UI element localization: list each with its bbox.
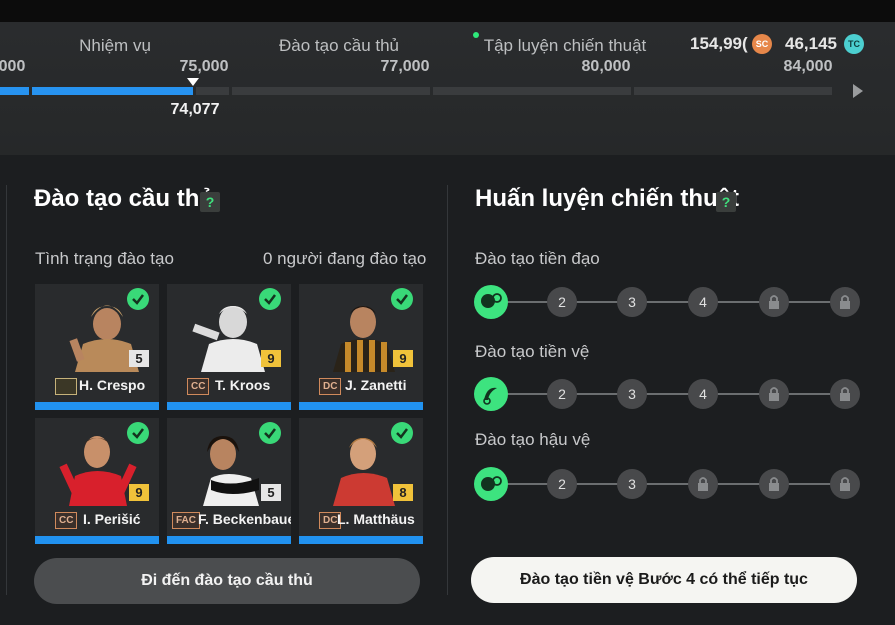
step-node[interactable]: 4 — [688, 379, 718, 409]
milestone-label: 000 — [0, 58, 26, 75]
tab-missions[interactable]: Nhiệm vụ — [79, 36, 151, 56]
player-progress-bar — [35, 536, 159, 544]
defense-training-label: Đào tạo hậu vệ — [475, 430, 591, 449]
player-rating: 9 — [393, 350, 413, 367]
tactical-training-title: Huấn luyện chiến thuật — [475, 185, 740, 212]
player-card[interactable]: 5 H. Crespo — [35, 284, 159, 410]
scroll-right-arrow-icon[interactable] — [853, 84, 863, 98]
midfield-training-label: Đào tạo tiền vệ — [475, 342, 590, 361]
checkmark-icon — [127, 288, 149, 310]
help-icon[interactable]: ? — [200, 192, 220, 212]
step-node[interactable]: 2 — [547, 287, 577, 317]
sc-balance: 154,99( — [690, 34, 748, 53]
step-connector — [490, 483, 846, 485]
notification-dot — [473, 32, 479, 38]
help-icon[interactable]: ? — [716, 192, 736, 212]
tc-balance: 46,145 — [785, 34, 837, 53]
progress-fill-segment — [0, 87, 29, 95]
progress-current-value: 74,077 — [170, 101, 220, 118]
milestone-label: 80,000 — [581, 58, 631, 75]
step-connector — [490, 301, 846, 303]
lock-icon — [830, 379, 860, 409]
progress-empty-segment — [634, 87, 832, 95]
progress-empty-segment — [232, 87, 430, 95]
checkmark-icon — [127, 422, 149, 444]
player-tackle-icon[interactable] — [474, 467, 508, 501]
checkmark-icon — [259, 422, 281, 444]
position-badge: FAC — [172, 512, 200, 529]
continue-midfield-training-button[interactable]: Đào tạo tiền vệ Bước 4 có thể tiếp tục — [471, 557, 857, 603]
milestone-label: 84,000 — [783, 58, 833, 75]
player-card[interactable]: 9 CC I. Perišić — [35, 418, 159, 544]
step-node[interactable]: 4 — [688, 287, 718, 317]
player-rating: 8 — [393, 484, 413, 501]
position-badge: DC — [319, 378, 342, 395]
player-progress-bar — [299, 402, 423, 410]
milestone-label: 77,000 — [380, 58, 430, 75]
player-training-title: Đào tạo cầu thủ — [34, 185, 215, 212]
progress-empty-segment — [433, 87, 631, 95]
player-card[interactable]: 8 DC L. Matthäus — [299, 418, 423, 544]
step-node[interactable]: 3 — [617, 379, 647, 409]
checkmark-icon — [391, 288, 413, 310]
progress-fill-segment — [32, 87, 193, 95]
checkmark-icon — [259, 288, 281, 310]
player-kick-icon[interactable] — [474, 285, 508, 319]
position-badge: CC — [187, 378, 210, 395]
lock-icon — [759, 379, 789, 409]
milestone-label: 75,000 — [179, 58, 229, 75]
lock-icon — [830, 469, 860, 499]
player-rating: 9 — [129, 484, 149, 501]
divider — [447, 185, 448, 595]
lock-icon — [688, 469, 718, 499]
lock-icon — [830, 287, 860, 317]
player-progress-bar — [35, 402, 159, 410]
player-rating: 9 — [261, 350, 281, 367]
step-node[interactable]: 2 — [547, 469, 577, 499]
player-name: I. Perišić — [83, 511, 141, 527]
lock-icon — [759, 287, 789, 317]
player-progress-bar — [167, 536, 291, 544]
player-progress-bar — [167, 402, 291, 410]
lock-icon — [759, 469, 789, 499]
player-progress-bar — [299, 536, 423, 544]
step-node[interactable]: 3 — [617, 469, 647, 499]
player-card[interactable]: 9 CC T. Kroos — [167, 284, 291, 410]
player-name: T. Kroos — [215, 377, 271, 393]
checkmark-icon — [391, 422, 413, 444]
go-to-player-training-button[interactable]: Đi đến đào tạo cầu thủ — [34, 558, 420, 604]
progress-empty-segment — [196, 87, 229, 95]
tc-coin-icon: TC — [844, 34, 864, 54]
divider — [6, 185, 7, 595]
player-card[interactable]: 5 FAC F. Beckenbaue — [167, 418, 291, 544]
tab-tactical-training[interactable]: Tập luyện chiến thuật — [484, 36, 647, 56]
player-name: L. Matthäus — [337, 511, 415, 527]
position-badge — [55, 378, 77, 395]
top-strip — [0, 0, 895, 22]
player-name: F. Beckenbaue — [198, 511, 291, 527]
step-node[interactable]: 2 — [547, 379, 577, 409]
player-card[interactable]: 9 DC J. Zanetti — [299, 284, 423, 410]
player-name: J. Zanetti — [345, 377, 407, 393]
player-rating: 5 — [261, 484, 281, 501]
step-node[interactable]: 3 — [617, 287, 647, 317]
step-connector — [490, 393, 846, 395]
sc-coin-icon: SC — [752, 34, 772, 54]
forward-training-label: Đào tạo tiền đạo — [475, 249, 600, 268]
position-badge: CC — [55, 512, 78, 529]
training-status-label: Tình trạng đào tạo — [35, 249, 174, 268]
player-name: H. Crespo — [79, 377, 146, 393]
player-dribble-icon[interactable] — [474, 377, 508, 411]
training-status-value: 0 người đang đào tạo — [263, 249, 427, 268]
player-rating: 5 — [129, 350, 149, 367]
tab-player-training[interactable]: Đào tạo cầu thủ — [279, 36, 399, 56]
progress-pointer-icon — [187, 78, 199, 86]
